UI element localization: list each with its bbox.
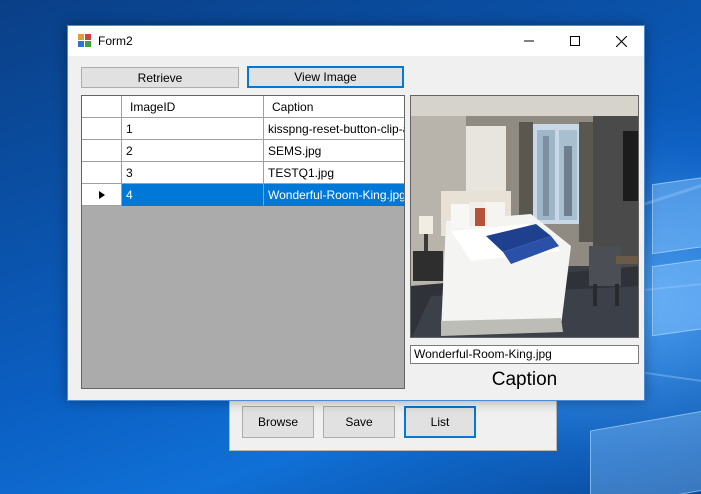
row-header[interactable]: [82, 118, 122, 140]
maximize-button[interactable]: [552, 26, 598, 56]
retrieve-button[interactable]: Retrieve: [81, 67, 239, 88]
table-row[interactable]: 3 TESTQ1.jpg: [82, 162, 404, 184]
row-header-corner[interactable]: [82, 96, 122, 118]
cell-caption[interactable]: Wonderful-Room-King.jpg: [264, 184, 404, 206]
table-row[interactable]: 2 SEMS.jpg: [82, 140, 404, 162]
caption-textbox[interactable]: Wonderful-Room-King.jpg: [410, 345, 639, 364]
cell-imageid[interactable]: 4: [122, 184, 264, 206]
current-row-arrow-icon: [98, 190, 105, 199]
list-button[interactable]: List: [404, 406, 476, 438]
close-button[interactable]: [598, 26, 644, 56]
save-button[interactable]: Save: [323, 406, 395, 438]
table-row-selected[interactable]: 4 Wonderful-Room-King.jpg: [82, 184, 404, 206]
hotel-room-image: [411, 96, 638, 337]
row-header-current[interactable]: [82, 184, 122, 206]
row-header[interactable]: [82, 140, 122, 162]
column-header-caption[interactable]: Caption: [264, 96, 404, 118]
window-title: Form2: [98, 34, 133, 48]
cell-imageid[interactable]: 3: [122, 162, 264, 184]
caption-label: Caption: [491, 369, 558, 390]
maximize-icon: [570, 36, 580, 46]
table-row[interactable]: 1 kisspng-reset-button-clip-a...: [82, 118, 404, 140]
view-image-button[interactable]: View Image: [247, 66, 404, 88]
cell-imageid[interactable]: 1: [122, 118, 264, 140]
column-header-imageid[interactable]: ImageID: [122, 96, 264, 118]
minimize-icon: [524, 40, 534, 42]
form2-window: Form2 Retrieve View Image ImageID Captio…: [67, 25, 645, 401]
windows-logo-pane: [652, 257, 701, 337]
windows-logo-pane: [652, 175, 701, 255]
cell-caption[interactable]: kisspng-reset-button-clip-a...: [264, 118, 404, 140]
grid-header-row: ImageID Caption: [82, 96, 404, 118]
windows-logo-pane: [590, 409, 701, 494]
row-header[interactable]: [82, 162, 122, 184]
app-icon: [78, 34, 92, 48]
browse-button[interactable]: Browse: [242, 406, 314, 438]
cell-imageid[interactable]: 2: [122, 140, 264, 162]
close-icon: [615, 35, 627, 47]
image-preview: [410, 95, 639, 338]
cell-caption[interactable]: TESTQ1.jpg: [264, 162, 404, 184]
images-data-grid[interactable]: ImageID Caption 1 kisspng-reset-button-c…: [81, 95, 405, 389]
minimize-button[interactable]: [506, 26, 552, 56]
title-bar[interactable]: Form2: [68, 26, 644, 56]
cell-caption[interactable]: SEMS.jpg: [264, 140, 404, 162]
